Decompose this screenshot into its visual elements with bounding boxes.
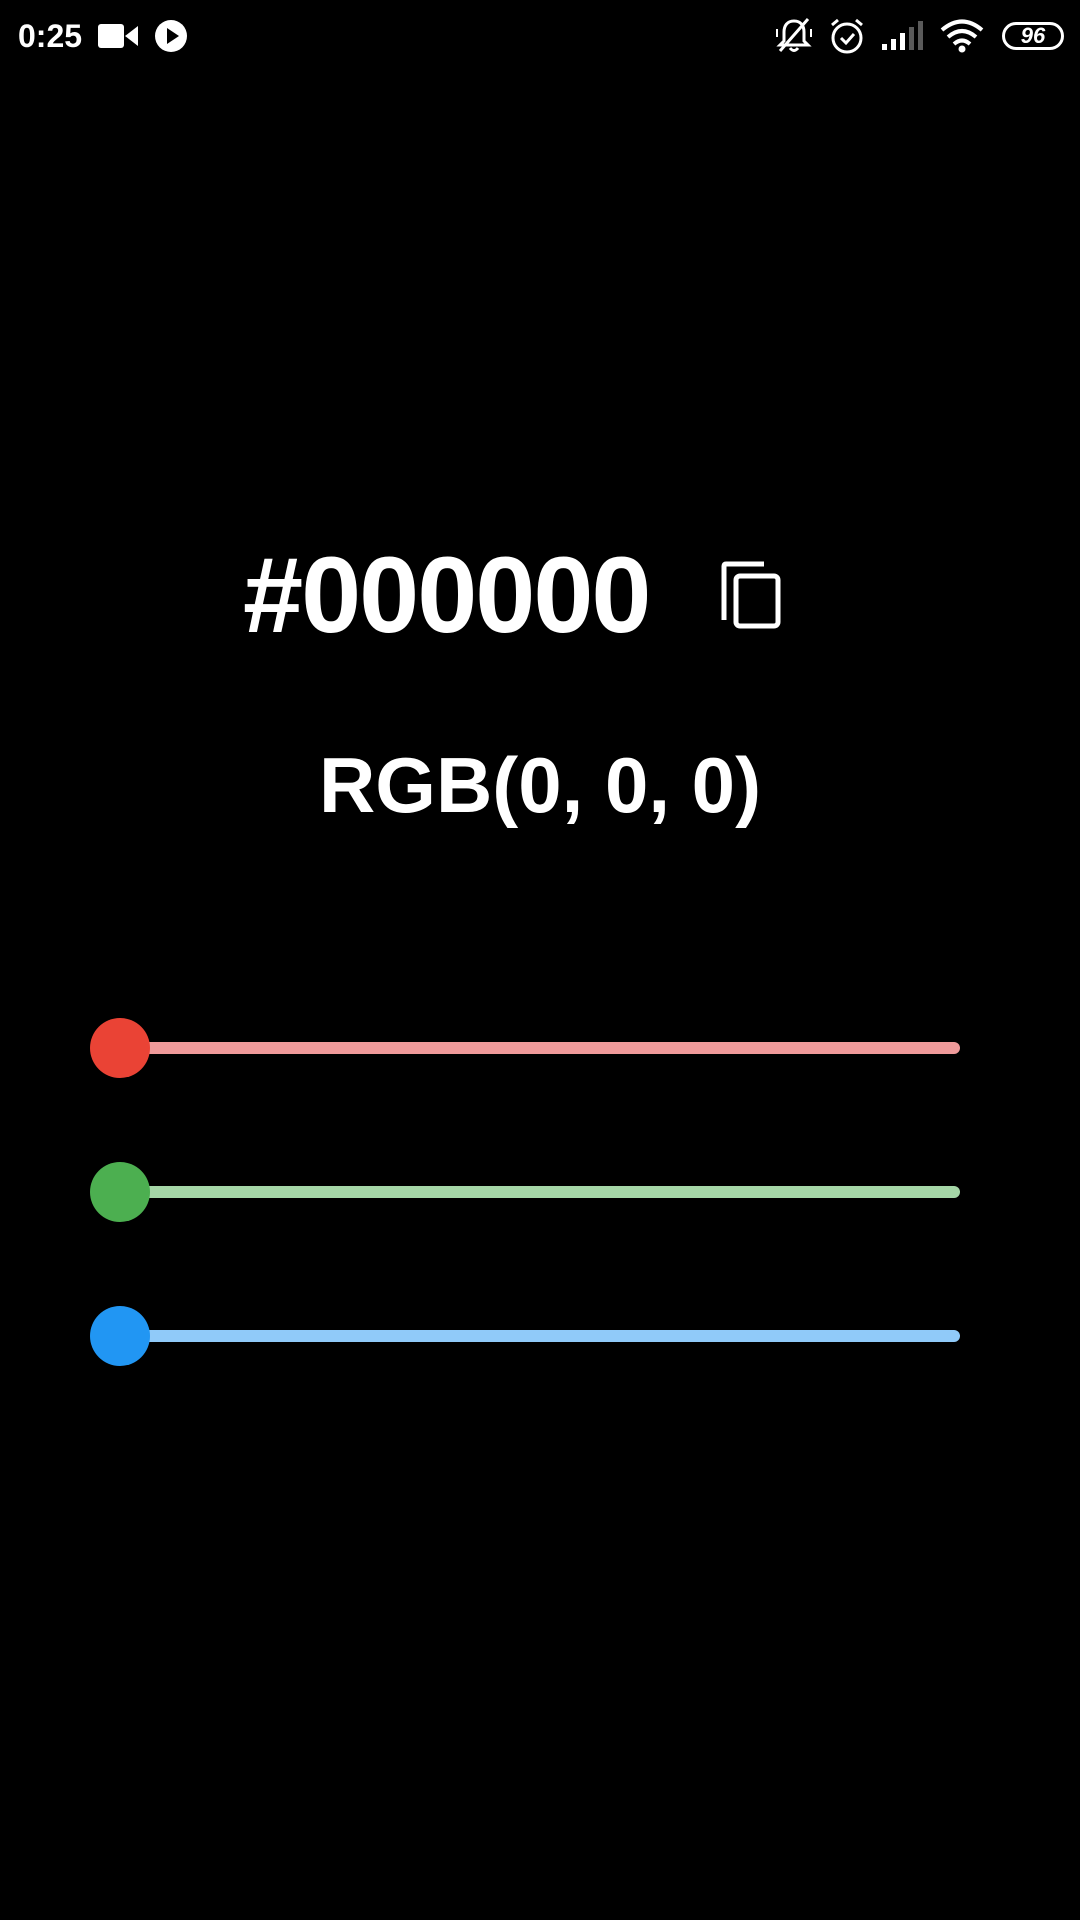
signal-icon — [882, 20, 924, 52]
hex-value: #000000 — [243, 534, 651, 655]
hex-row: #000000 — [0, 530, 1080, 660]
green-slider-track[interactable] — [120, 1186, 960, 1198]
bell-off-icon — [776, 17, 812, 55]
copy-icon — [721, 561, 781, 629]
status-right: 96 — [760, 0, 1064, 72]
copy-button[interactable] — [716, 560, 784, 632]
screen: 0:25 96 #000000 RGB(0, 0, 0) — [0, 0, 1080, 1920]
red-slider[interactable] — [90, 1018, 960, 1078]
green-slider-thumb[interactable] — [90, 1162, 150, 1222]
red-slider-track[interactable] — [120, 1042, 960, 1054]
battery-indicator: 96 — [1002, 22, 1064, 50]
red-slider-thumb[interactable] — [90, 1018, 150, 1078]
status-left: 0:25 — [18, 0, 188, 72]
video-camera-icon — [98, 22, 139, 50]
blue-slider-thumb[interactable] — [90, 1306, 150, 1366]
blue-slider[interactable] — [90, 1306, 960, 1366]
rgb-value: RGB(0, 0, 0) — [318, 741, 762, 829]
alarm-icon — [828, 17, 866, 55]
battery-level: 96 — [1020, 23, 1046, 48]
blue-slider-track[interactable] — [120, 1330, 960, 1342]
status-time: 0:25 — [18, 17, 83, 54]
green-slider[interactable] — [90, 1162, 960, 1222]
status-bar: 0:25 96 — [0, 0, 1080, 72]
wifi-icon — [940, 19, 984, 53]
play-circle-icon — [154, 19, 188, 53]
